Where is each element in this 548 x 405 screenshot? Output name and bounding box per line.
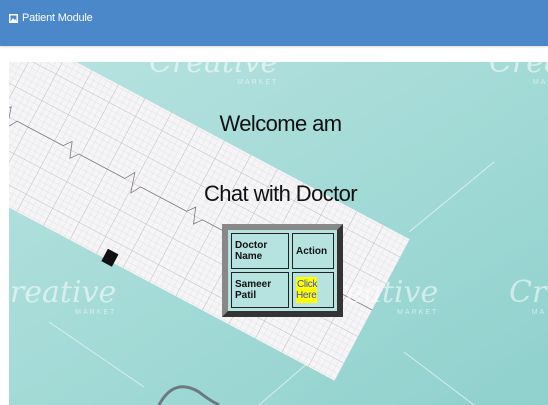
- navbar-title: Patient Module: [22, 12, 93, 24]
- welcome-heading: Welcome am: [219, 111, 343, 136]
- top-navbar: Patient Module: [0, 0, 548, 46]
- watermark-top: Creative MARKET: [149, 62, 279, 86]
- click-here-link[interactable]: Click Here: [296, 277, 318, 303]
- doctors-table: Doctor Name Action Sameer Patil Click He…: [222, 224, 343, 317]
- table-header-row: Doctor Name Action: [231, 233, 334, 269]
- doctor-name-cell: Sameer Patil: [231, 272, 289, 308]
- action-cell: Click Here: [292, 272, 334, 308]
- watermark-right: Cr MA: [509, 275, 547, 317]
- navbar-brand[interactable]: Patient Module: [9, 12, 93, 24]
- chat-with-doctor-heading: Chat with Doctor: [203, 181, 358, 206]
- watermark-top-right: CreatMARKET: [489, 62, 548, 86]
- watermark-left: CreativeMARKET: [9, 275, 117, 317]
- patient-module-page: Patient Module Creative MARKET Cre MA re…: [0, 0, 548, 405]
- column-header-doctor-name: Doctor Name: [231, 233, 289, 269]
- picture-icon: [9, 13, 22, 23]
- column-header-action: Action: [292, 233, 334, 269]
- hero-banner: CreativeMARKET CreatMARKET CreativeMARKE…: [9, 62, 548, 405]
- table-row: Sameer Patil Click Here: [231, 272, 334, 308]
